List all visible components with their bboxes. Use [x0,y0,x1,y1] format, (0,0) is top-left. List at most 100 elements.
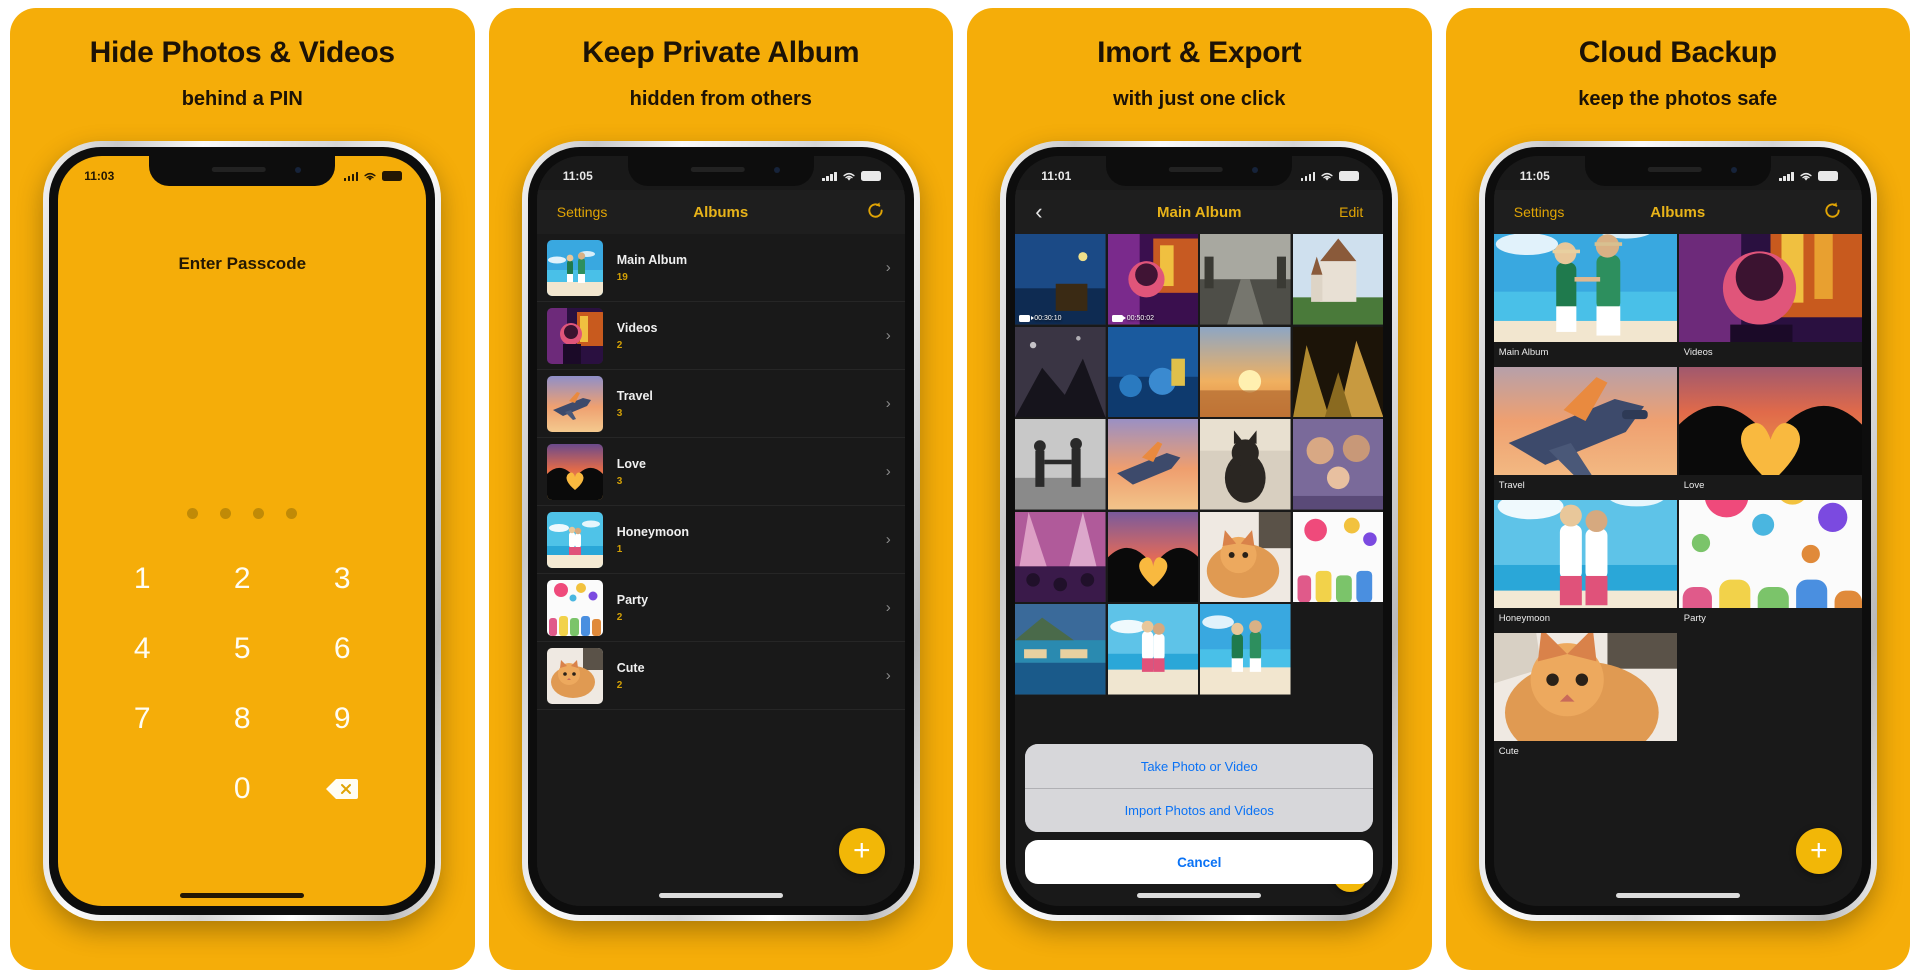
panel-subtitle: hidden from others [629,88,812,110]
panel-cloud-backup: Cloud Backup keep the photos safe 11:05 [1445,8,1910,970]
album-card[interactable]: Love [1678,367,1862,498]
edit-button[interactable]: Edit [1301,204,1363,220]
album-count: 1 [616,543,623,555]
panel-subtitle: behind a PIN [181,88,303,110]
photo-cell[interactable] [1015,511,1106,602]
status-time: 11:05 [1519,169,1550,183]
photo-cell[interactable] [1200,234,1291,325]
chevron-right-icon: › [885,395,891,412]
album-count: 3 [616,475,623,487]
settings-button[interactable]: Settings [1514,204,1576,220]
photo-grid[interactable]: 00:30:10 00:50:02 [1015,234,1384,695]
key-6[interactable]: 6 [292,626,392,672]
album-name: Travel [616,388,653,403]
chevron-right-icon: › [885,259,891,276]
photo-cell[interactable] [1015,604,1106,695]
album-card[interactable]: Travel [1493,367,1677,498]
backspace-icon[interactable] [292,766,392,812]
photo-sunset-sea [1200,326,1291,417]
album-card[interactable]: Main Album [1493,234,1677,365]
phone-screen: 11:01 ‹ Main Album Edit 00:30:10 00:50:0… [1015,156,1384,906]
album-card[interactable]: Cute [1493,633,1677,764]
photo-cell[interactable] [1107,511,1199,602]
battery-icon [860,171,881,181]
album-name: Videos [616,320,658,335]
notch [149,156,336,186]
thumb-neon-portrait [1678,234,1862,342]
photo-cell[interactable] [1292,511,1384,602]
photo-cell[interactable] [1292,234,1384,325]
passcode-screen: 11:03 Enter Passcode 1 2 3 4 5 6 7 8 9 0 [58,156,427,906]
photo-castle-day [1292,234,1384,325]
video-camera-icon [1111,314,1127,322]
key-1[interactable]: 1 [92,556,192,602]
refresh-icon[interactable] [1780,201,1842,223]
albums-grid[interactable]: Main Album Videos Travel Love Honeymoon … [1493,234,1862,906]
add-album-button[interactable]: + [838,828,885,874]
notch [1584,156,1771,186]
wifi-icon [843,172,855,181]
album-thumbnail [546,511,603,568]
album-card[interactable]: Videos [1678,234,1862,365]
take-photo-button[interactable]: Take Photo or Video [1025,744,1374,788]
back-button[interactable]: ‹ [1035,201,1097,223]
photo-cell[interactable]: 00:50:02 [1107,234,1199,325]
album-card[interactable]: Honeymoon [1493,500,1677,631]
key-0[interactable]: 0 [192,766,292,812]
album-card[interactable]: Party [1678,500,1862,631]
photo-cell[interactable] [1200,511,1291,602]
phone-bezel: 11:05 [1484,147,1871,915]
key-4[interactable]: 4 [92,626,192,672]
album-thumbnail [546,307,603,364]
key-7[interactable]: 7 [92,696,192,742]
album-name: Honeymoon [1493,608,1677,631]
photo-cell[interactable]: 00:30:10 [1015,234,1106,325]
numeric-keypad: 1 2 3 4 5 6 7 8 9 0 [92,556,392,812]
table-row[interactable]: Party 2 › [536,574,905,642]
table-row[interactable]: Travel 3 › [536,370,905,438]
album-count: 3 [616,407,623,419]
table-row[interactable]: Main Album 19 › [536,234,905,302]
photo-cell[interactable] [1292,419,1384,510]
photo-cell[interactable] [1015,419,1106,510]
key-2[interactable]: 2 [192,556,292,602]
passcode-dot [286,508,298,519]
import-photos-button[interactable]: Import Photos and Videos [1025,788,1374,832]
refresh-icon[interactable] [823,201,885,223]
photo-neon-portrait [1107,234,1199,325]
table-row[interactable]: Honeymoon 1 › [536,506,905,574]
thumb-heart-hands [1678,367,1862,475]
album-info: Travel 3 [617,389,872,419]
photo-cell[interactable] [1107,326,1199,417]
thumb-heart-hands [546,443,603,500]
navigation-bar: Settings Albums [536,190,905,234]
home-indicator [1137,893,1262,898]
table-row[interactable]: Cute 2 › [536,642,905,710]
album-thumbnail [546,443,603,500]
photo-cell[interactable] [1107,604,1199,695]
photo-ginger-cat [1200,511,1291,602]
thumb-honeymoon-beach [546,511,603,568]
photo-cell[interactable] [1107,419,1199,510]
photo-cell[interactable] [1200,419,1291,510]
key-3[interactable]: 3 [292,556,392,602]
key-5[interactable]: 5 [192,626,292,672]
photo-cell[interactable] [1200,326,1291,417]
status-indicators [1779,171,1838,182]
key-9[interactable]: 9 [292,696,392,742]
add-album-button[interactable]: + [1795,828,1842,874]
photo-cell[interactable] [1292,326,1384,417]
key-8[interactable]: 8 [192,696,292,742]
table-row[interactable]: Videos 2 › [536,302,905,370]
album-thumbnail [546,239,603,296]
table-row[interactable]: Love 3 › [536,438,905,506]
cancel-button[interactable]: Cancel [1025,840,1374,884]
albums-list[interactable]: Main Album 19 › Videos 2 › Travel 3 › Lo… [536,234,905,906]
thumb-beach-couple [1493,234,1677,342]
photo-cell[interactable] [1200,604,1291,695]
panel-hide-photos: Hide Photos & Videos behind a PIN 11:03 [10,8,475,970]
album-count: 2 [616,611,623,623]
status-time: 11:03 [84,169,115,183]
settings-button[interactable]: Settings [557,204,619,220]
photo-cell[interactable] [1015,326,1106,417]
